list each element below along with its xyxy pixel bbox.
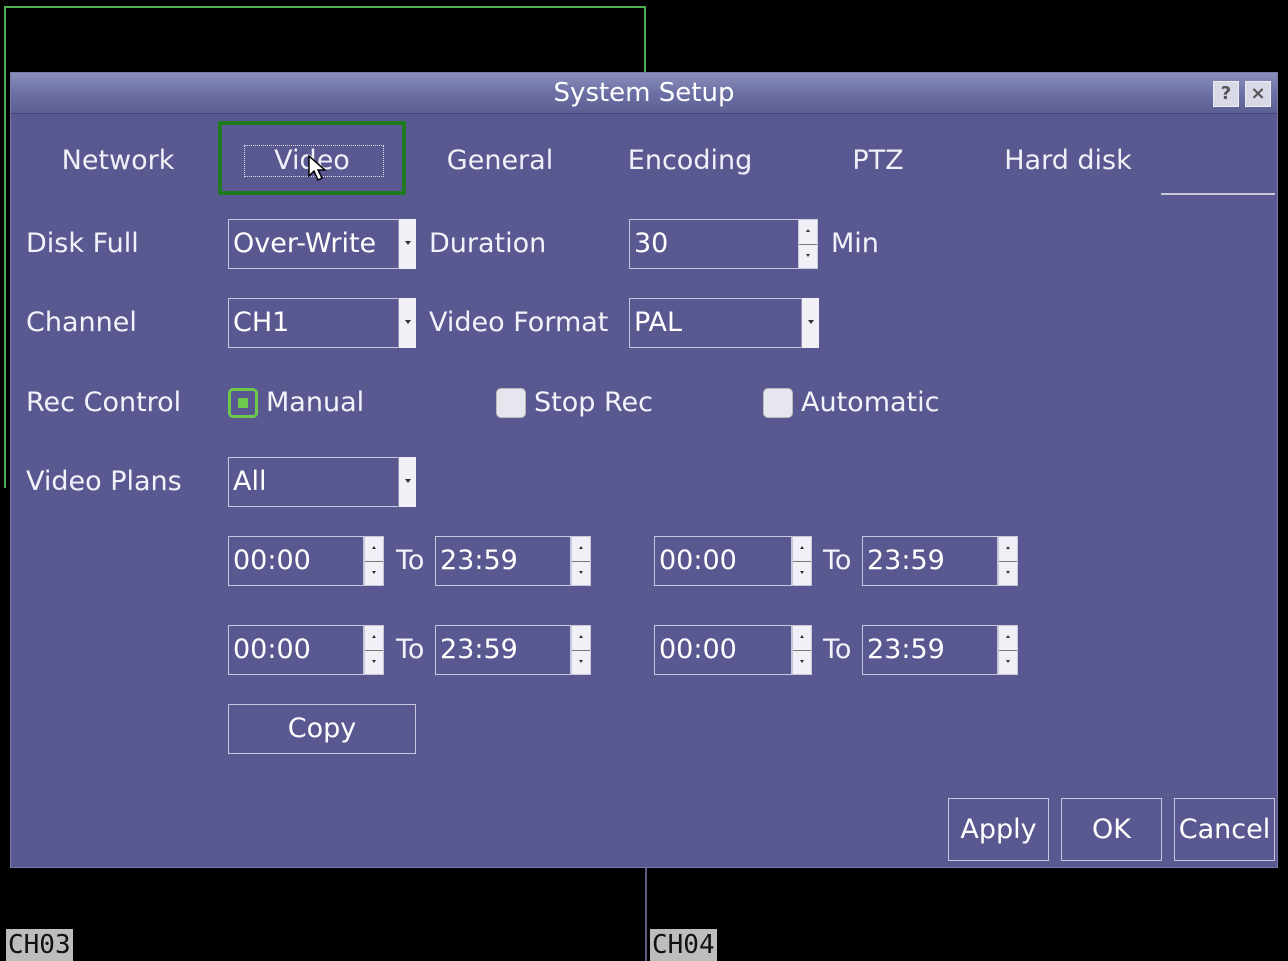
tab-encoding[interactable]: Encoding: [607, 133, 773, 189]
schedule-2-from-value: 00:00: [659, 545, 737, 576]
tab-bar-underline: [1161, 193, 1275, 195]
schedule-1-to-label: To: [396, 545, 425, 576]
spin-down-icon[interactable]: [800, 660, 804, 663]
schedule-3-from-value: 00:00: [233, 634, 311, 665]
duration-unit: Min: [831, 228, 879, 259]
tab-hard-disk[interactable]: Hard disk: [985, 133, 1151, 189]
schedule-2-to-spinner[interactable]: [998, 536, 1018, 586]
video-format-select[interactable]: PAL: [629, 298, 819, 348]
spin-up-icon[interactable]: [1006, 635, 1010, 638]
rec-stop-label[interactable]: Stop Rec: [534, 378, 653, 428]
duration-spinner[interactable]: [798, 219, 818, 269]
schedule-1-from-input[interactable]: 00:00: [228, 536, 364, 586]
close-button[interactable]: ×: [1245, 81, 1271, 107]
schedule-3-from-input[interactable]: 00:00: [228, 625, 364, 675]
channel-divider: [645, 868, 647, 961]
spin-up-icon[interactable]: [372, 635, 376, 638]
schedule-3-from-spinner[interactable]: [364, 625, 384, 675]
dialog-title: System Setup: [553, 78, 735, 108]
schedule-4-to-value: 23:59: [867, 634, 945, 665]
spin-down-icon[interactable]: [1006, 571, 1010, 574]
schedule-4-to-spinner[interactable]: [998, 625, 1018, 675]
channel-3-label: CH03: [6, 929, 73, 961]
video-format-label: Video Format: [429, 307, 609, 338]
mouse-cursor-icon: [308, 154, 327, 182]
rec-stop-radio[interactable]: [496, 388, 526, 418]
schedule-4-to-label: To: [823, 634, 852, 665]
chevron-down-icon[interactable]: [398, 298, 416, 348]
schedule-2-from-input[interactable]: 00:00: [654, 536, 792, 586]
channel-label: Channel: [26, 307, 137, 338]
chevron-down-icon[interactable]: [801, 298, 819, 348]
rec-automatic-label[interactable]: Automatic: [801, 378, 939, 428]
channel-4-label: CH04: [650, 929, 717, 961]
video-plans-label: Video Plans: [26, 466, 182, 497]
schedule-2-to-label: To: [823, 545, 852, 576]
schedule-1-to-spinner[interactable]: [571, 536, 591, 586]
channel-1-border-right: [644, 6, 646, 74]
rec-manual-radio[interactable]: [228, 388, 258, 418]
spin-down-icon[interactable]: [372, 660, 376, 663]
title-bar[interactable]: System Setup ? ×: [11, 73, 1277, 114]
schedule-3-to-label: To: [396, 634, 425, 665]
tab-general[interactable]: General: [417, 133, 583, 189]
spin-up-icon[interactable]: [372, 546, 376, 549]
apply-button[interactable]: Apply: [948, 798, 1049, 861]
ok-button[interactable]: OK: [1061, 798, 1162, 861]
schedule-2-to-input[interactable]: 23:59: [862, 536, 998, 586]
spin-up-icon[interactable]: [1006, 546, 1010, 549]
channel-select[interactable]: CH1: [228, 298, 416, 348]
spin-down-icon[interactable]: [579, 660, 583, 663]
spin-up-icon[interactable]: [800, 546, 804, 549]
tab-network[interactable]: Network: [35, 133, 201, 189]
schedule-1-from-spinner[interactable]: [364, 536, 384, 586]
schedule-4-to-input[interactable]: 23:59: [862, 625, 998, 675]
disk-full-label: Disk Full: [26, 228, 139, 259]
rec-control-label: Rec Control: [26, 387, 182, 418]
video-plans-value: All: [233, 466, 267, 497]
duration-value: 30: [634, 228, 669, 259]
disk-full-value: Over-Write: [233, 228, 377, 259]
spin-down-icon[interactable]: [372, 571, 376, 574]
tab-ptz[interactable]: PTZ: [795, 133, 961, 189]
spin-down-icon[interactable]: [800, 571, 804, 574]
spin-down-icon[interactable]: [806, 254, 810, 257]
chevron-down-icon[interactable]: [398, 457, 416, 507]
schedule-1-to-input[interactable]: 23:59: [435, 536, 571, 586]
spin-up-icon[interactable]: [579, 635, 583, 638]
spin-down-icon[interactable]: [579, 571, 583, 574]
system-setup-dialog: System Setup ? × Network Video General E…: [10, 72, 1278, 868]
duration-label: Duration: [429, 228, 547, 259]
rec-manual-label[interactable]: Manual: [266, 378, 364, 428]
channel-1-border-top: [4, 6, 646, 8]
schedule-1-from-value: 00:00: [233, 545, 311, 576]
spin-up-icon[interactable]: [806, 229, 810, 232]
video-plans-select[interactable]: All: [228, 457, 416, 507]
channel-1-border-left: [4, 6, 6, 488]
spin-up-icon[interactable]: [800, 635, 804, 638]
disk-full-select[interactable]: Over-Write: [228, 219, 416, 269]
schedule-4-from-value: 00:00: [659, 634, 737, 665]
schedule-4-from-input[interactable]: 00:00: [654, 625, 792, 675]
schedule-2-from-spinner[interactable]: [792, 536, 812, 586]
schedule-4-from-spinner[interactable]: [792, 625, 812, 675]
schedule-1-to-value: 23:59: [440, 545, 518, 576]
spin-down-icon[interactable]: [1006, 660, 1010, 663]
schedule-3-to-value: 23:59: [440, 634, 518, 665]
schedule-3-to-spinner[interactable]: [571, 625, 591, 675]
spin-up-icon[interactable]: [579, 546, 583, 549]
cancel-button[interactable]: Cancel: [1174, 798, 1275, 861]
copy-button[interactable]: Copy: [228, 704, 416, 754]
schedule-2-to-value: 23:59: [867, 545, 945, 576]
rec-automatic-radio[interactable]: [763, 388, 793, 418]
duration-input[interactable]: 30: [629, 219, 799, 269]
channel-value: CH1: [233, 307, 290, 338]
chevron-down-icon[interactable]: [398, 219, 416, 269]
video-format-value: PAL: [634, 307, 683, 338]
help-button[interactable]: ?: [1213, 81, 1239, 107]
schedule-3-to-input[interactable]: 23:59: [435, 625, 571, 675]
